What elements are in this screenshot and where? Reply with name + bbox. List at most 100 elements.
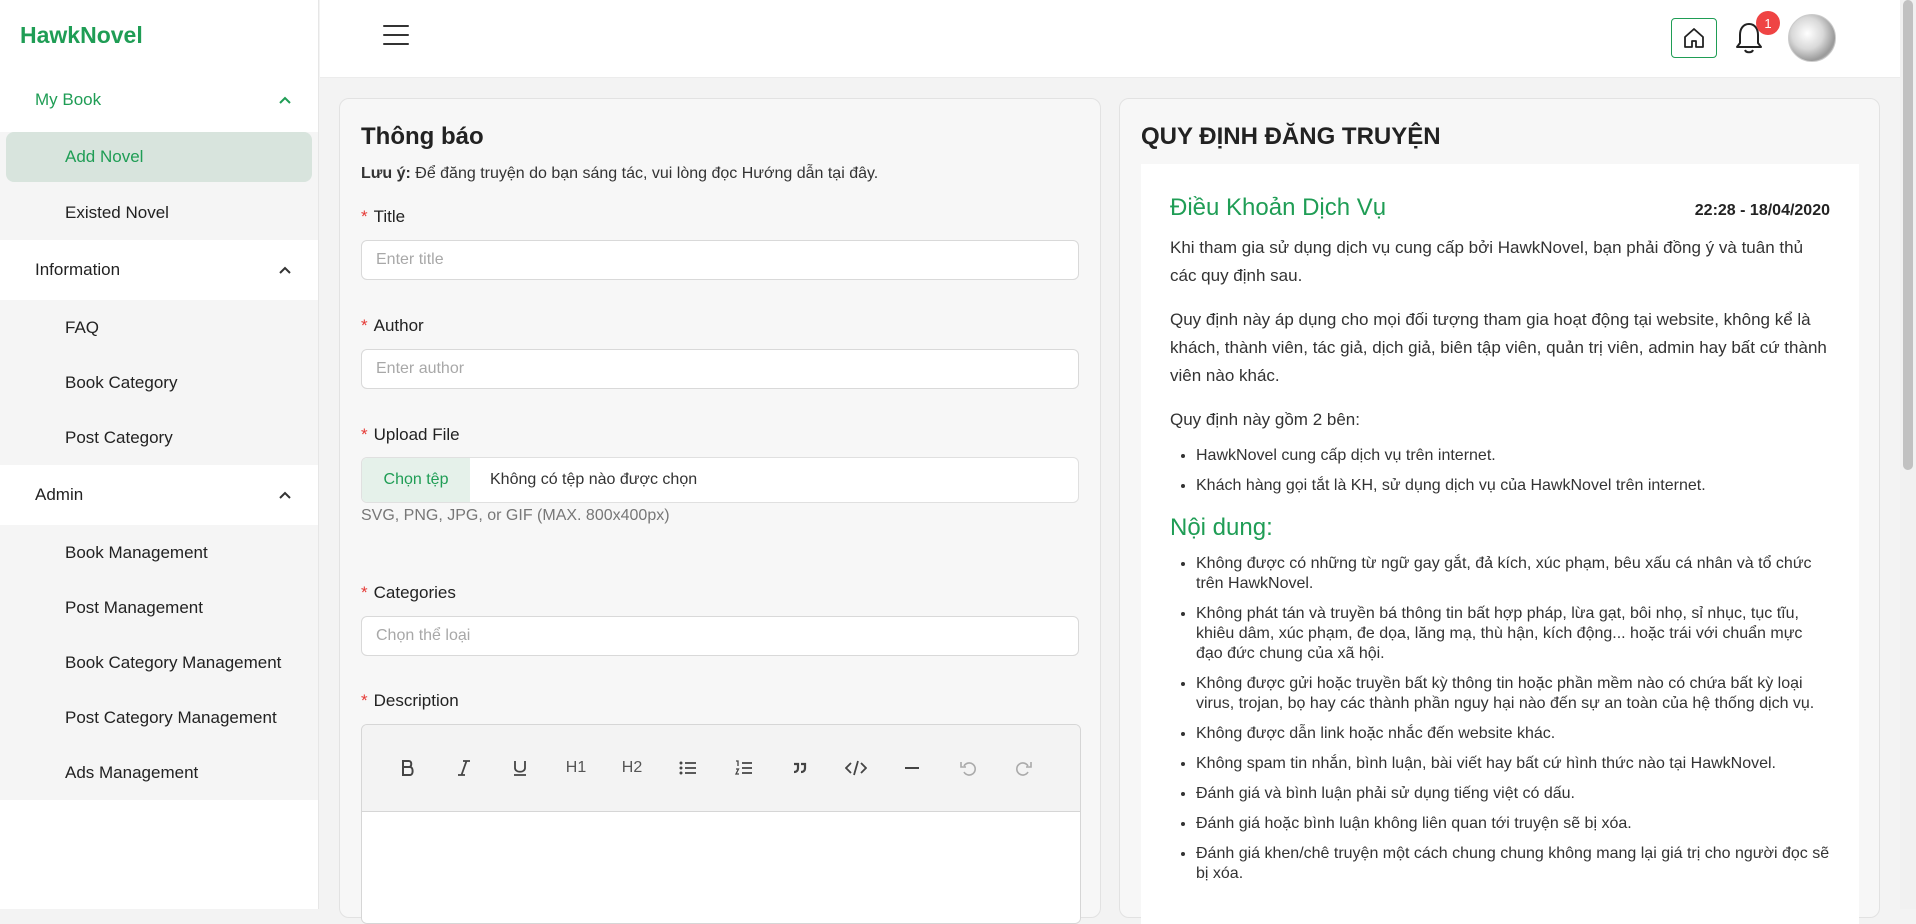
categories-label: * Categories [361,583,456,603]
home-icon [1684,28,1704,48]
sidebar-item-post-category-management[interactable]: Post Category Management [0,690,318,745]
horizontal-rule-button[interactable] [884,748,940,788]
sidebar-item-ads-management[interactable]: Ads Management [0,745,318,800]
form-title: Thông báo [361,123,484,150]
terms-header: Điều Khoản Dịch Vụ 22:28 - 18/04/2020 [1170,194,1830,222]
upload-label-text: Upload File [373,425,460,444]
list-item: Đánh giá và bình luận phải sử dụng tiếng… [1196,784,1830,804]
required-mark: * [361,583,368,602]
sidebar-item-label: Post Category Management [65,707,277,727]
required-mark: * [361,316,368,335]
categories-select[interactable] [361,616,1079,656]
description-label: * Description [361,691,459,711]
bold-button[interactable] [380,748,436,788]
sidebar-group-label: Admin [35,485,84,504]
sidebar-item-faq[interactable]: FAQ [0,300,318,355]
sidebar-item-label: Book Management [65,542,208,562]
list-item: Khách hàng gọi tắt là KH, sử dụng dịch v… [1196,476,1830,496]
rules-paragraph: Quy định này gồm 2 bên: [1170,410,1360,429]
bullet-list-icon [679,761,696,775]
required-mark: * [361,425,368,444]
list-item: Đánh giá hoặc bình luận không liên quan … [1196,814,1830,834]
bullet-list-button[interactable] [660,748,716,788]
redo-icon [1016,762,1032,776]
required-mark: * [361,691,368,710]
sidebar-item-label: Book Category [65,372,178,392]
title-label: * Title [361,207,405,227]
sidebar-item-post-category[interactable]: Post Category [0,410,318,465]
menu-toggle-icon[interactable] [383,25,409,49]
list-item: Không được có những từ ngữ gay gắt, đả k… [1196,554,1830,594]
bold-icon [402,760,414,776]
description-textarea[interactable] [362,812,1080,923]
undo-button[interactable] [940,748,996,788]
sidebar-submenu-my-book: Add Novel Existed Novel [0,132,318,240]
title-label-text: Title [373,207,406,226]
redo-button[interactable] [996,748,1052,788]
list-item: Không phát tán và truyền bá thông tin bấ… [1196,604,1830,664]
sidebar-group-admin[interactable]: Admin [0,465,318,525]
sidebar-item-add-novel[interactable]: Add Novel [6,132,312,182]
author-label-text: Author [373,316,424,335]
sidebar-group-my-book[interactable]: My Book [0,70,318,130]
list-item: Không được dẫn link hoặc nhắc đến websit… [1196,724,1830,744]
underline-button[interactable] [492,748,548,788]
posting-rules-card: QUY ĐỊNH ĐĂNG TRUYỆN Điều Khoản Dịch Vụ … [1119,98,1880,924]
rules-paragraph: Khi tham gia sử dụng dịch vụ cung cấp bở… [1170,238,1804,285]
add-novel-form-card: Thông báo Lưu ý: Để đăng truyện do bạn s… [339,98,1101,924]
list-item: Không spam tin nhắn, bình luận, bài viết… [1196,754,1830,774]
chevron-up-icon [279,266,291,274]
sidebar-group-label: My Book [35,90,102,109]
notification-badge: 1 [1756,11,1780,35]
sidebar-item-post-management[interactable]: Post Management [0,580,318,635]
choose-file-button[interactable]: Chọn tệp [362,458,470,502]
content-title: Nội dung: [1170,514,1273,541]
sidebar-group-information[interactable]: Information [0,240,318,300]
sidebar-item-existed-novel[interactable]: Existed Novel [0,185,318,240]
upload-label: * Upload File [361,425,460,445]
brand-logo[interactable]: HawkNovel [0,0,318,70]
scrollbar-thumb[interactable] [1903,0,1913,470]
heading2-button[interactable]: H2 [604,748,660,788]
avatar[interactable] [1788,14,1836,62]
rules-paragraph: Quy định này áp dụng cho mọi đối tượng t… [1170,310,1827,385]
file-hint: SVG, PNG, JPG, or GIF (MAX. 800x400px) [361,507,670,524]
page-scrollbar[interactable] [1900,0,1916,909]
undo-icon [960,762,976,776]
top-bar: 1 [320,0,1900,78]
list-item: Đánh giá khen/chê truyện một cách chung … [1196,844,1830,884]
home-button[interactable] [1671,18,1717,58]
chevron-up-icon [279,491,291,499]
ordered-list-icon [734,760,752,775]
sidebar-group-label: Information [35,260,121,279]
sidebar-item-book-category-management[interactable]: Book Category Management [0,635,318,690]
code-block-button[interactable] [828,748,884,788]
parties-list: HawkNovel cung cấp dịch vụ trên internet… [1170,446,1830,496]
sidebar-item-label: Existed Novel [65,202,169,222]
list-item: Không được gửi hoặc truyền bất kỳ thông … [1196,674,1830,714]
terms-date: 22:28 - 18/04/2020 [1694,202,1830,219]
sidebar-item-label: FAQ [65,317,100,337]
sidebar-submenu-admin: Book Management Post Management Book Cat… [0,525,318,800]
ordered-list-button[interactable] [716,748,772,788]
italic-button[interactable] [436,748,492,788]
categories-label-text: Categories [373,583,456,602]
sidebar-item-label: Add Novel [65,147,144,166]
file-status: Không có tệp nào được chọn [490,471,698,488]
sidebar-submenu-information: FAQ Book Category Post Category [0,300,318,465]
heading1-button[interactable]: H1 [548,748,604,788]
description-label-text: Description [373,691,459,710]
note-text: Để đăng truyện do bạn sáng tác, vui lòng… [410,165,879,182]
sidebar: HawkNovel My Book Add Novel Existed Nove… [0,0,319,909]
terms-title: Điều Khoản Dịch Vụ [1170,194,1387,221]
required-mark: * [361,207,368,226]
description-editor: H1 H2 [361,724,1081,924]
blockquote-button[interactable] [772,748,828,788]
sidebar-item-book-management[interactable]: Book Management [0,525,318,580]
underline-icon [514,761,526,776]
title-input[interactable] [361,240,1079,280]
sidebar-item-book-category[interactable]: Book Category [0,355,318,410]
author-label: * Author [361,316,424,336]
author-input[interactable] [361,349,1079,389]
list-item: HawkNovel cung cấp dịch vụ trên internet… [1196,446,1830,466]
